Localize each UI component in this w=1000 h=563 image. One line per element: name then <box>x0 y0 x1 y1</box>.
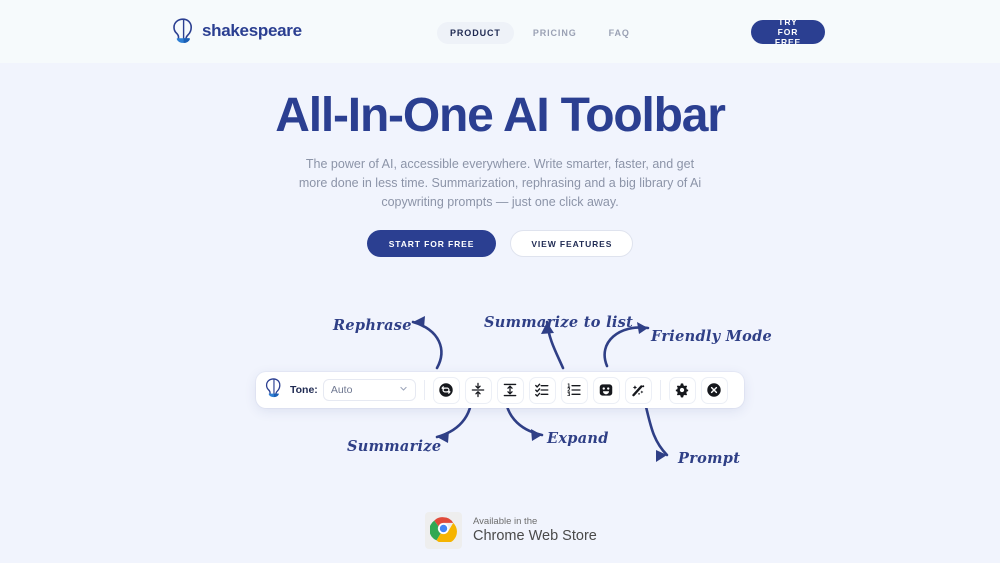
brand-logo[interactable]: shakespeare <box>172 18 302 44</box>
svg-text:3: 3 <box>567 392 570 398</box>
annotation-friendly-mode: Friendly Mode <box>651 328 773 345</box>
main-nav: PRODUCT PRICING FAQ <box>437 22 643 44</box>
annotation-summarize: Summarize <box>347 438 442 455</box>
shakespeare-head-icon <box>265 377 285 403</box>
chevron-down-icon <box>399 384 408 396</box>
annotation-expand: Expand <box>547 430 609 447</box>
hero-subtitle: The power of AI, accessible everywhere. … <box>298 157 702 209</box>
summarize-to-list-button[interactable] <box>528 376 556 404</box>
tone-label: Tone: <box>290 384 318 396</box>
checklist-icon <box>534 382 550 398</box>
nav-item-product[interactable]: PRODUCT <box>437 22 514 44</box>
annotation-prompt: Prompt <box>678 450 741 467</box>
expand-button[interactable] <box>496 376 524 404</box>
try-for-free-button[interactable]: TRY FOR FREE <box>751 17 825 47</box>
view-features-button[interactable]: VIEW FEATURES <box>510 230 634 257</box>
chrome-badge-line1: Available in the <box>473 515 538 527</box>
prompt-button[interactable] <box>624 376 652 404</box>
annotation-summarize-to-list: Summarize to list <box>484 314 634 331</box>
expand-arrows-icon <box>502 382 518 398</box>
shakespeare-head-icon <box>172 18 194 44</box>
chrome-badge-line2: Chrome Web Store <box>473 528 597 545</box>
divider <box>659 380 661 400</box>
chrome-badge-text: Available in the Chrome Web Store <box>473 516 597 546</box>
ai-toolbar-widget: Tone: Auto 1 2 3 <box>256 372 744 408</box>
annotation-rephrase: Rephrase <box>333 317 412 334</box>
smiley-face-icon <box>598 382 614 398</box>
rephrase-refresh-icon <box>438 382 454 398</box>
nav-item-pricing[interactable]: PRICING <box>520 22 590 44</box>
tone-select[interactable]: Auto <box>322 379 416 401</box>
tone-value: Auto <box>330 384 353 396</box>
page-title: All-In-One AI Toolbar <box>275 89 726 142</box>
close-button[interactable] <box>700 376 728 404</box>
nav-item-faq[interactable]: FAQ <box>596 22 643 44</box>
hero-cta-group: START FOR FREE VIEW FEATURES <box>0 230 1000 257</box>
close-circle-icon <box>706 382 722 398</box>
gear-icon <box>674 382 690 398</box>
brand-name: shakespeare <box>202 21 302 40</box>
site-header: shakespeare PRODUCT PRICING FAQ TRY FOR … <box>0 0 1000 63</box>
summarize-button[interactable] <box>464 376 492 404</box>
magic-wand-icon <box>630 382 646 398</box>
friendly-mode-button[interactable] <box>592 376 620 404</box>
chrome-logo-tile <box>425 512 462 549</box>
settings-button[interactable] <box>668 376 696 404</box>
numbered-list-icon: 1 2 3 <box>566 382 582 398</box>
summarize-shrink-icon <box>470 382 486 398</box>
rephrase-button[interactable] <box>432 376 460 404</box>
start-for-free-button[interactable]: START FOR FREE <box>366 230 497 257</box>
chrome-web-store-badge[interactable]: Available in the Chrome Web Store <box>425 512 597 549</box>
divider <box>423 380 425 400</box>
numbered-list-button[interactable]: 1 2 3 <box>560 376 588 404</box>
chrome-logo-icon <box>429 515 457 547</box>
